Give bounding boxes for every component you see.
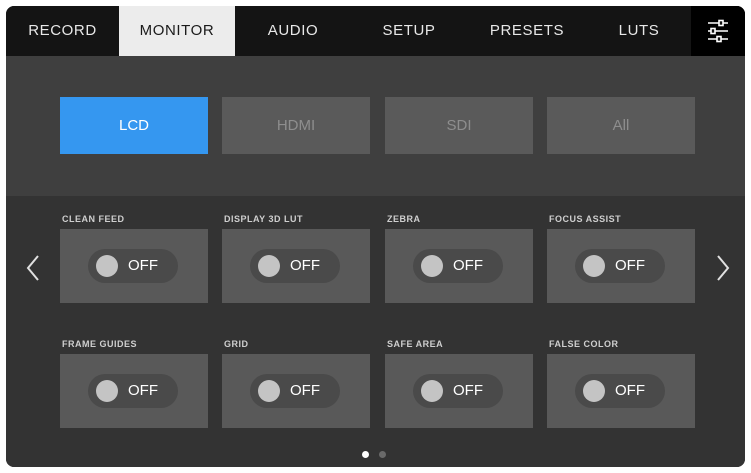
focus-assist-label: FOCUS ASSIST [549,214,622,224]
tab-luts[interactable]: LUTS [587,6,691,56]
monitor-toggles-panel: CLEAN FEED OFF DISPLAY 3D LUT OFF ZEBRA … [6,196,745,467]
toggle-switch[interactable]: OFF [575,249,665,283]
toggle-knob [96,255,118,277]
safe-area-toggle[interactable]: OFF [385,354,533,428]
toggle-knob [258,380,280,402]
chevron-left-icon [26,255,39,281]
toggle-switch[interactable]: OFF [575,374,665,408]
tab-record[interactable]: RECORD [6,6,119,56]
sliders-icon [708,19,728,43]
chevron-right-icon [717,255,730,281]
output-hdmi-button[interactable]: HDMI [222,97,370,154]
output-all-button[interactable]: All [547,97,695,154]
toggle-state: OFF [453,257,483,274]
tab-setup[interactable]: SETUP [351,6,467,56]
toggle-switch[interactable]: OFF [250,249,340,283]
clean-feed-label: CLEAN FEED [62,214,125,224]
page-dot-active[interactable] [362,451,369,458]
page-dot-inactive[interactable] [379,451,386,458]
frame-guides-label: FRAME GUIDES [62,339,138,349]
tab-audio[interactable]: AUDIO [235,6,351,56]
toggle-knob [96,380,118,402]
focus-assist-toggle[interactable]: OFF [547,229,695,303]
safe-area-label: SAFE AREA [387,339,444,349]
display-3d-lut-label: DISPLAY 3D LUT [224,214,304,224]
toggle-switch[interactable]: OFF [250,374,340,408]
toggle-state: OFF [453,382,483,399]
toggle-knob [421,380,443,402]
zebra-label: ZEBRA [387,214,421,224]
settings-tab[interactable] [691,6,745,56]
display-3d-lut-toggle[interactable]: OFF [222,229,370,303]
output-lcd-button[interactable]: LCD [60,97,208,154]
toggle-switch[interactable]: OFF [88,249,178,283]
tab-presets[interactable]: PRESETS [467,6,587,56]
tab-monitor[interactable]: MONITOR [119,6,235,56]
toggle-state: OFF [128,382,158,399]
output-sdi-button[interactable]: SDI [385,97,533,154]
toggle-knob [583,380,605,402]
tab-bar: RECORD MONITOR AUDIO SETUP PRESETS LUTS [6,6,745,56]
false-color-toggle[interactable]: OFF [547,354,695,428]
clean-feed-toggle[interactable]: OFF [60,229,208,303]
toggle-knob [258,255,280,277]
camera-monitor-screen: RECORD MONITOR AUDIO SETUP PRESETS LUTS … [6,6,745,467]
toggle-state: OFF [615,382,645,399]
toggle-knob [421,255,443,277]
zebra-toggle[interactable]: OFF [385,229,533,303]
frame-guides-toggle[interactable]: OFF [60,354,208,428]
false-color-label: FALSE COLOR [549,339,619,349]
toggle-state: OFF [128,257,158,274]
toggle-switch[interactable]: OFF [413,249,503,283]
toggle-state: OFF [615,257,645,274]
grid-label: GRID [224,339,249,349]
previous-page-arrow[interactable] [22,248,46,288]
toggle-state: OFF [290,382,320,399]
toggle-switch[interactable]: OFF [413,374,503,408]
toggle-state: OFF [290,257,320,274]
grid-toggle[interactable]: OFF [222,354,370,428]
toggle-switch[interactable]: OFF [88,374,178,408]
output-selector: LCD HDMI SDI All [6,56,745,196]
next-page-arrow[interactable] [710,248,734,288]
toggle-knob [583,255,605,277]
